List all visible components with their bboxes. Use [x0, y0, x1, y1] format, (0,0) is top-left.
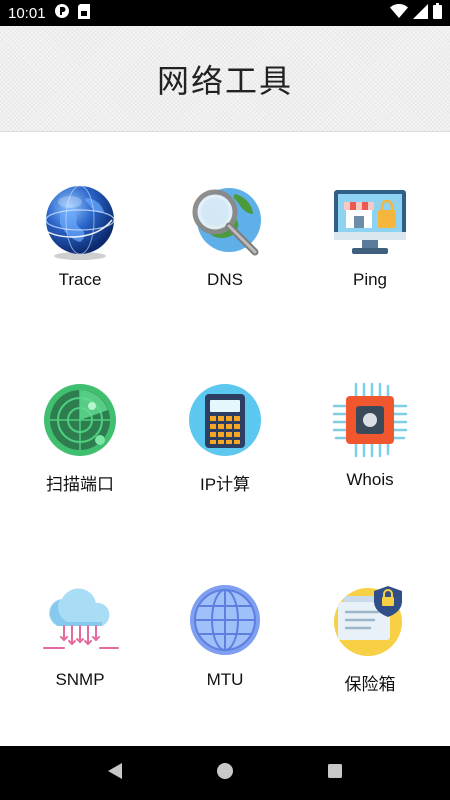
magnifier-globe-icon	[185, 182, 265, 266]
tool-label: IP计算	[199, 475, 251, 494]
tools-grid: Trace DNS Ping 扫描端口 IP计算 Whois SNMP MTU …	[0, 132, 450, 746]
tool-label: MTU	[206, 670, 244, 689]
radar-icon	[40, 382, 120, 466]
monitor-store-icon	[330, 182, 410, 266]
status-bar: 10:01	[0, 0, 450, 26]
tool-label: Trace	[58, 270, 102, 289]
back-icon	[106, 762, 124, 784]
status-time: 10:01	[8, 4, 46, 22]
tool-trace[interactable]: Trace	[5, 182, 155, 290]
tool-snmp[interactable]: SNMP	[5, 582, 155, 690]
home-icon	[216, 762, 234, 784]
home-button[interactable]	[205, 753, 245, 793]
network-globe-icon	[185, 582, 265, 666]
navigation-bar	[0, 746, 450, 800]
tool-port-scan[interactable]: 扫描端口	[5, 382, 155, 495]
secure-document-icon	[330, 582, 410, 666]
wifi-icon	[390, 4, 408, 22]
tool-label: SNMP	[55, 670, 105, 689]
back-button[interactable]	[95, 753, 135, 793]
notification-icon	[54, 3, 70, 23]
tool-label: 扫描端口	[46, 475, 114, 494]
tool-label: Whois	[346, 470, 394, 489]
recents-icon	[327, 763, 343, 783]
tool-safe-box[interactable]: 保险箱	[295, 582, 445, 695]
recents-button[interactable]	[315, 753, 355, 793]
page-title: 网络工具	[156, 61, 293, 100]
tool-mtu[interactable]: MTU	[150, 582, 300, 690]
tool-label: 保险箱	[344, 675, 396, 694]
sim-card-icon	[77, 3, 90, 23]
globe-icon	[40, 182, 120, 266]
tool-dns[interactable]: DNS	[150, 182, 300, 290]
battery-icon	[433, 3, 442, 23]
tool-ping[interactable]: Ping	[295, 182, 445, 290]
chip-icon	[330, 382, 410, 466]
app-header: 网络工具	[0, 26, 450, 132]
tool-ip-calc[interactable]: IP计算	[150, 382, 300, 495]
calculator-icon	[185, 382, 265, 466]
tool-whois[interactable]: Whois	[295, 382, 445, 490]
tool-label: DNS	[207, 270, 243, 289]
tool-label: Ping	[352, 270, 388, 289]
cloud-network-icon	[40, 582, 120, 666]
signal-icon	[413, 3, 428, 23]
